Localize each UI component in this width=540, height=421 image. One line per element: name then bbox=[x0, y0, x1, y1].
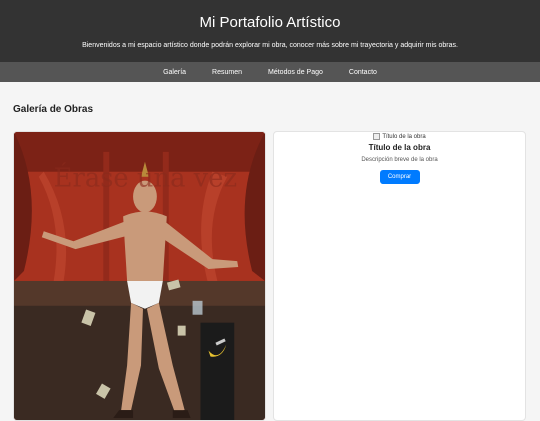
main-nav: Galería Resumen Métodos de Pago Contacto bbox=[0, 62, 540, 82]
artwork-card: Título de la obra Título de la obra Desc… bbox=[273, 131, 526, 421]
nav-item-resumen[interactable]: Resumen bbox=[212, 69, 242, 76]
artwork-painting-image[interactable]: Érase una vez bbox=[14, 132, 265, 420]
nav-item-contacto[interactable]: Contacto bbox=[349, 69, 377, 76]
gallery-heading: Galería de Obras bbox=[13, 104, 94, 115]
broken-image-icon bbox=[373, 133, 381, 140]
nav-item-metodos-de-pago[interactable]: Métodos de Pago bbox=[268, 69, 323, 76]
artwork-title: Título de la obra bbox=[368, 143, 431, 152]
artwork-description: Descripción breve de la obra bbox=[361, 157, 438, 163]
buy-button[interactable]: Comprar bbox=[379, 170, 420, 184]
site-title: Mi Portafolio Artístico bbox=[199, 14, 341, 31]
site-header: Mi Portafolio Artístico Bienvenidos a mi… bbox=[0, 0, 540, 62]
artwork-image-placeholder[interactable]: Título de la obra bbox=[274, 132, 525, 141]
gallery-grid: Érase una vez Título de la obra Título d… bbox=[13, 131, 527, 421]
artwork-card-painting[interactable]: Érase una vez bbox=[13, 131, 266, 421]
svg-text:Érase una vez: Érase una vez bbox=[54, 162, 237, 194]
artwork-image-alt: Título de la obra bbox=[382, 133, 426, 140]
site-tagline: Bienvenidos a mi espacio artístico donde… bbox=[82, 42, 458, 49]
nav-item-galeria[interactable]: Galería bbox=[163, 69, 186, 76]
